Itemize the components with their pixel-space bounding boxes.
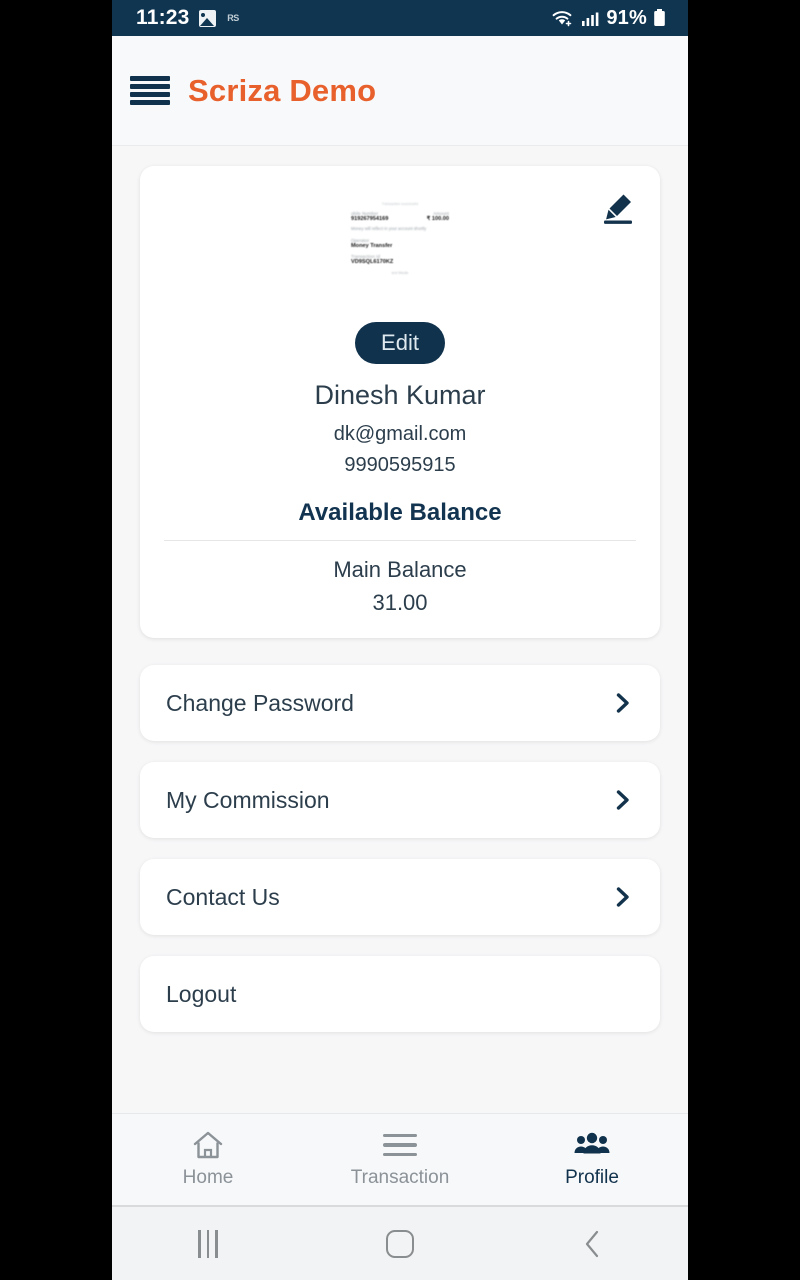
people-group-icon	[573, 1130, 611, 1160]
menu-item-logout[interactable]: Logout	[140, 956, 660, 1032]
available-balance-heading: Available Balance	[298, 499, 502, 526]
home-square-icon[interactable]	[304, 1229, 496, 1258]
nav-item-home[interactable]: Home	[112, 1130, 304, 1189]
status-bar-right: 91%	[550, 7, 666, 30]
battery-percent: 91%	[606, 6, 647, 29]
profile-email: dk@gmail.com	[333, 423, 467, 445]
home-icon	[192, 1130, 224, 1160]
profile-phone: 9990595915	[344, 454, 456, 476]
receipt-value-row: 919267954169 ₹ 100.00	[351, 216, 449, 222]
menu-item-change-password[interactable]: Change Password	[140, 665, 660, 741]
edit-pencil-icon[interactable]	[598, 188, 638, 228]
app-badge-icon: RS	[227, 13, 239, 23]
menu-item-my-commission[interactable]: My Commission	[140, 762, 660, 838]
receipt-amount-value: ₹ 100.00	[426, 216, 449, 222]
bottom-navigation: Home Transaction Profile	[112, 1113, 688, 1205]
gallery-icon	[198, 9, 216, 27]
menu-item-contact-us[interactable]: Contact Us	[140, 859, 660, 935]
phone-screen: 11:23 RS 91% Scriza Demo Transaction suc…	[112, 0, 688, 1280]
receipt-txn-block: Transaction Id VD9SQL6170KZ	[351, 254, 449, 265]
chevron-right-icon	[616, 887, 629, 907]
menu-item-label: Change Password	[166, 689, 354, 716]
menu-item-label: Logout	[166, 980, 237, 1007]
edit-profile-button[interactable]: Edit	[355, 322, 445, 364]
android-system-nav	[112, 1205, 688, 1280]
menu-item-label: My Commission	[166, 786, 330, 813]
profile-name: Dinesh Kumar	[314, 380, 486, 410]
wifi-icon	[552, 11, 572, 27]
nav-item-profile[interactable]: Profile	[496, 1130, 688, 1189]
battery-icon	[654, 9, 665, 26]
back-chevron-icon[interactable]	[496, 1229, 688, 1259]
content-area: Transaction successful obile Number Amou…	[112, 146, 688, 1113]
receipt-top-faint: Transaction successful	[381, 202, 419, 206]
receipt-note: Money will reflect in your account short…	[351, 226, 427, 231]
nav-item-label: Profile	[565, 1167, 619, 1188]
main-balance-value: 31.00	[372, 590, 428, 615]
receipt-mobile-value: 919267954169	[351, 216, 389, 222]
nav-item-transaction[interactable]: Transaction	[304, 1130, 496, 1189]
nav-item-label: Home	[182, 1167, 234, 1188]
avatar-receipt-image: Transaction successful obile Number Amou…	[337, 182, 463, 308]
list-lines-icon	[383, 1130, 417, 1160]
avatar[interactable]: Transaction successful obile Number Amou…	[337, 182, 463, 308]
page-title: Scriza Demo	[188, 72, 377, 108]
status-bar-left: 11:23 RS	[136, 6, 242, 30]
chevron-right-icon	[616, 693, 629, 713]
menu-item-label: Contact Us	[166, 883, 280, 910]
receipt-bottom-faint: ent Mode	[391, 269, 409, 275]
receipt-operator-block: Operator Money Transfer	[351, 238, 449, 249]
hamburger-menu-icon[interactable]	[130, 75, 170, 106]
main-balance-label: Main Balance	[333, 557, 467, 582]
chevron-right-icon	[616, 790, 629, 810]
status-bar: 11:23 RS 91%	[112, 0, 688, 36]
nav-item-label: Transaction	[350, 1167, 450, 1188]
profile-card: Transaction successful obile Number Amou…	[140, 166, 660, 638]
receipt-operator-value: Money Transfer	[351, 242, 393, 249]
balance-divider	[164, 540, 636, 541]
cellular-signal-icon	[582, 12, 599, 26]
status-time: 11:23	[136, 6, 190, 29]
recents-icon[interactable]	[112, 1229, 304, 1258]
menu-list: Change Password My Commission Contact Us…	[140, 665, 660, 1032]
avatar-wrap: Transaction successful obile Number Amou…	[162, 182, 638, 308]
app-bar: Scriza Demo	[112, 36, 688, 146]
receipt-txn-value: VD9SQL6170KZ	[351, 258, 394, 265]
